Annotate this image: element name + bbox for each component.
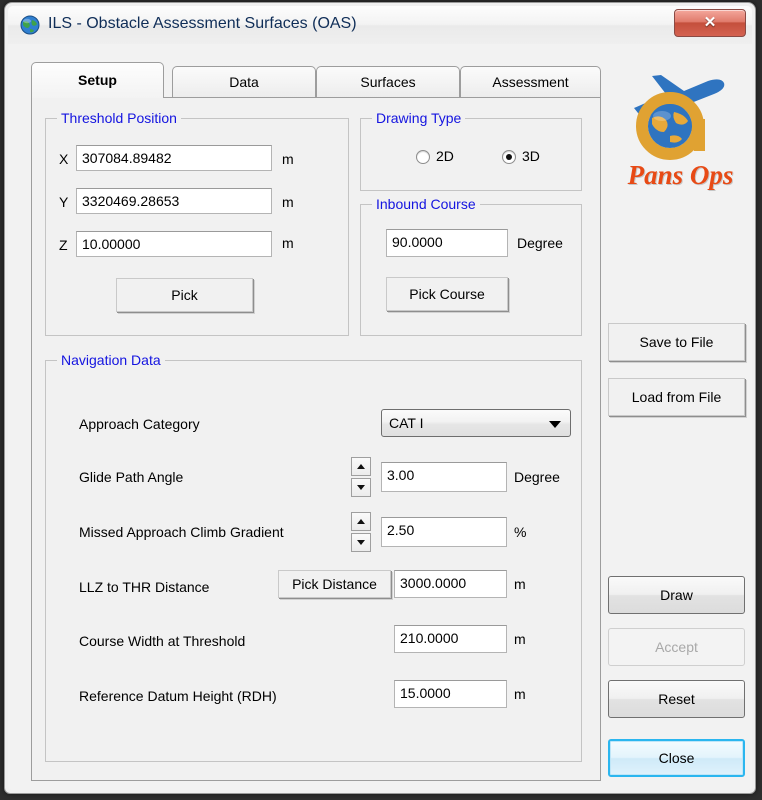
label-reference-datum-height: Reference Datum Height (RDH) <box>79 688 277 704</box>
tab-panel-setup: Threshold Position X 307084.89482 m Y 33… <box>31 97 601 781</box>
window-title: ILS - Obstacle Assessment Surfaces (OAS) <box>48 15 357 32</box>
unit-x: m <box>282 151 294 167</box>
stepper-down-missed-approach-climb-gradient[interactable] <box>351 533 371 552</box>
stepper-down-glide-path-angle[interactable] <box>351 478 371 497</box>
input-inbound-course[interactable]: 90.0000 <box>386 229 508 257</box>
pick-course-button[interactable]: Pick Course <box>386 277 508 311</box>
group-threshold-position-title: Threshold Position <box>57 110 181 126</box>
close-button[interactable]: Close <box>608 739 745 777</box>
group-inbound-course: Inbound Course 90.0000 Degree Pick Cours… <box>360 196 582 336</box>
application-window: ILS - Obstacle Assessment Surfaces (OAS)… <box>4 2 756 794</box>
reset-button[interactable]: Reset <box>608 680 745 718</box>
triangle-up-icon <box>357 464 365 469</box>
radio-2d-label: 2D <box>436 148 454 164</box>
stepper-missed-approach-climb-gradient[interactable] <box>351 512 371 552</box>
input-z[interactable]: 10.00000 <box>76 231 272 257</box>
stepper-glide-path-angle[interactable] <box>351 457 371 497</box>
radio-2d-indicator <box>416 150 430 164</box>
label-y: Y <box>59 194 69 210</box>
input-reference-datum-height[interactable]: 15.0000 <box>394 680 507 708</box>
group-navigation-data: Navigation Data Approach Category CAT I … <box>45 352 582 762</box>
pick-distance-button[interactable]: Pick Distance <box>278 570 391 598</box>
unit-y: m <box>282 194 294 210</box>
label-glide-path-angle: Glide Path Angle <box>79 469 184 485</box>
label-missed-approach-climb-gradient: Missed Approach Climb Gradient <box>79 524 284 540</box>
group-threshold-position: Threshold Position X 307084.89482 m Y 33… <box>45 110 349 336</box>
input-llz-to-thr-distance[interactable]: 3000.0000 <box>394 570 507 598</box>
draw-button[interactable]: Draw <box>608 576 745 614</box>
stepper-up-glide-path-angle[interactable] <box>351 457 371 476</box>
input-course-width-at-threshold[interactable]: 210.0000 <box>394 625 507 653</box>
label-course-width-at-threshold: Course Width at Threshold <box>79 633 246 649</box>
triangle-up-icon <box>357 519 365 524</box>
label-llz-to-thr-distance: LLZ to THR Distance <box>79 579 210 595</box>
title-bar: ILS - Obstacle Assessment Surfaces (OAS)… <box>8 6 752 44</box>
select-approach-category[interactable]: CAT I <box>381 409 571 437</box>
tab-data[interactable]: Data <box>172 66 316 98</box>
chevron-down-icon <box>549 421 561 428</box>
load-from-file-button[interactable]: Load from File <box>608 378 745 416</box>
window-close-button[interactable]: ✕ <box>674 9 746 37</box>
pick-threshold-button[interactable]: Pick <box>116 278 253 312</box>
input-glide-path-angle[interactable]: 3.00 <box>381 462 507 492</box>
group-drawing-type: Drawing Type 2D 3D <box>360 110 582 191</box>
globe-icon <box>20 15 40 35</box>
window-frame-inner: ILS - Obstacle Assessment Surfaces (OAS)… <box>8 6 752 790</box>
select-approach-category-value: CAT I <box>389 415 424 431</box>
unit-z: m <box>282 235 294 251</box>
group-inbound-course-title: Inbound Course <box>372 196 480 212</box>
input-missed-approach-climb-gradient[interactable]: 2.50 <box>381 517 507 547</box>
tab-surfaces[interactable]: Surfaces <box>316 66 460 98</box>
unit-course-width-at-threshold: m <box>514 631 526 647</box>
tab-setup[interactable]: Setup <box>31 62 164 98</box>
stepper-up-missed-approach-climb-gradient[interactable] <box>351 512 371 531</box>
tab-assessment[interactable]: Assessment <box>460 66 601 98</box>
close-icon: ✕ <box>703 14 717 31</box>
unit-inbound-course: Degree <box>517 235 563 251</box>
input-y[interactable]: 3320469.28653 <box>76 188 272 214</box>
group-drawing-type-title: Drawing Type <box>372 110 466 126</box>
label-z: Z <box>59 237 68 253</box>
triangle-down-icon <box>357 485 365 490</box>
input-x[interactable]: 307084.89482 <box>76 145 272 171</box>
unit-missed-approach-climb-gradient: % <box>514 524 527 540</box>
unit-glide-path-angle: Degree <box>514 469 560 485</box>
triangle-down-icon <box>357 540 365 545</box>
logo-brand-text: Pans Ops <box>627 160 734 190</box>
unit-llz-to-thr-distance: m <box>514 576 526 592</box>
pans-ops-emblem-icon <box>634 75 725 160</box>
accept-button: Accept <box>608 628 745 666</box>
radio-3d-indicator <box>502 150 516 164</box>
unit-reference-datum-height: m <box>514 686 526 702</box>
radio-3d-label: 3D <box>522 148 540 164</box>
label-x: X <box>59 151 69 167</box>
save-to-file-button[interactable]: Save to File <box>608 323 745 361</box>
pans-ops-logo: Pans Ops <box>608 64 753 204</box>
label-approach-category: Approach Category <box>79 416 200 432</box>
group-navigation-data-title: Navigation Data <box>57 352 165 368</box>
